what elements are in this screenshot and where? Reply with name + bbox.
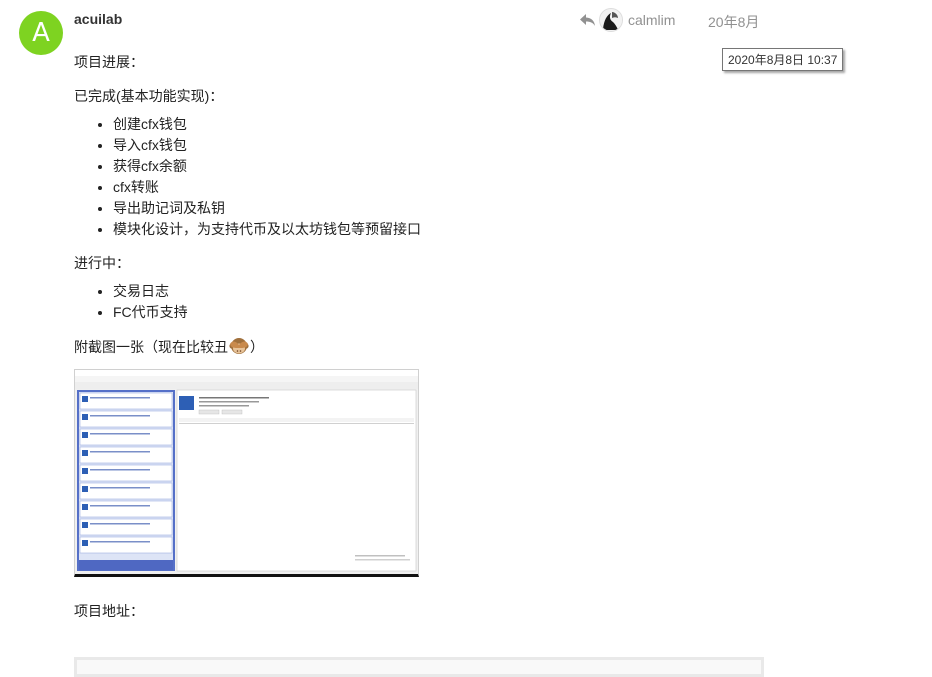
code-block[interactable] (74, 657, 764, 677)
post-date[interactable]: 20年8月 (708, 12, 759, 32)
project-address-label: 项目地址： (74, 603, 144, 619)
list-item: 创建cfx钱包 (113, 114, 764, 135)
author-avatar[interactable]: A (19, 11, 63, 55)
author-username[interactable]: acuilab (74, 11, 122, 27)
list-item: 交易日志 (113, 281, 764, 302)
progress-heading: 项目进展： (74, 54, 144, 70)
in-progress-list: 交易日志 FC代币支持 (74, 281, 764, 323)
attachment-line: 附截图一张（现在比较丑 ） (74, 336, 764, 357)
list-item: 获得cfx余额 (113, 156, 764, 177)
in-progress-label: 进行中： (74, 255, 130, 271)
list-item: 导入cfx钱包 (113, 135, 764, 156)
attachment-text: 附截图一张（现在比较丑 (74, 339, 228, 355)
completed-label: 已完成(基本功能实现)： (74, 88, 224, 104)
post-body: 项目进展： 已完成(基本功能实现)： 创建cfx钱包 导入cfx钱包 获得cfx… (74, 52, 764, 635)
list-item: 导出助记词及私钥 (113, 198, 764, 219)
screenshot-image (75, 370, 418, 574)
completed-list: 创建cfx钱包 导入cfx钱包 获得cfx余额 cfx转账 导出助记词及私钥 模… (74, 114, 764, 240)
list-item: 模块化设计，为支持代币及以太坊钱包等预留接口 (113, 219, 764, 240)
list-item: FC代币支持 (113, 302, 764, 323)
reply-arrow-icon[interactable] (579, 11, 597, 29)
reply-to-avatar[interactable] (599, 8, 623, 32)
user-avatar-icon (600, 9, 622, 31)
see-no-evil-monkey-icon (229, 338, 249, 354)
reply-to-username[interactable]: calmlim (628, 12, 675, 28)
list-item: cfx转账 (113, 177, 764, 198)
attached-screenshot[interactable] (74, 369, 419, 577)
attachment-text-end: ） (250, 339, 264, 355)
